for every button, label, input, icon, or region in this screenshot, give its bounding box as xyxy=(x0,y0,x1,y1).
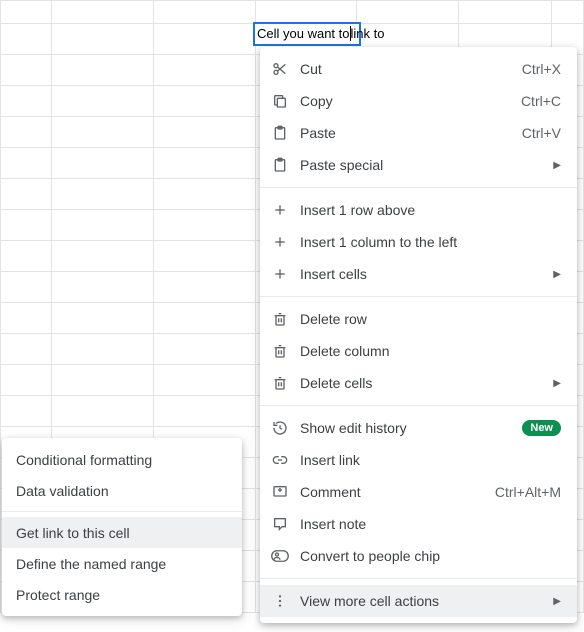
submenu-conditional-formatting[interactable]: Conditional formatting xyxy=(2,444,242,475)
plus-icon xyxy=(260,266,300,282)
trash-icon xyxy=(260,375,300,391)
menu-insert-note-label: Insert note xyxy=(300,516,561,532)
menu-paste-special-label: Paste special xyxy=(300,157,541,173)
menu-comment[interactable]: Comment Ctrl+Alt+M xyxy=(260,476,577,508)
menu-people-chip[interactable]: Convert to people chip xyxy=(260,540,577,572)
link-icon xyxy=(260,452,300,468)
menu-insert-column-label: Insert 1 column to the left xyxy=(300,234,561,250)
clipboard-icon xyxy=(260,157,300,173)
trash-icon xyxy=(260,343,300,359)
menu-comment-shortcut: Ctrl+Alt+M xyxy=(495,484,561,500)
chevron-right-icon: ▶ xyxy=(549,269,561,280)
menu-paste-shortcut: Ctrl+V xyxy=(522,125,561,141)
menu-cut-label: Cut xyxy=(300,61,522,77)
menu-delete-row-label: Delete row xyxy=(300,311,561,327)
plus-icon xyxy=(260,202,300,218)
menu-delete-column[interactable]: Delete column xyxy=(260,335,577,367)
menu-copy-label: Copy xyxy=(300,93,521,109)
menu-insert-row[interactable]: Insert 1 row above xyxy=(260,194,577,226)
menu-insert-cells-label: Insert cells xyxy=(300,266,541,282)
menu-delete-column-label: Delete column xyxy=(300,343,561,359)
active-cell-value: Cell you want tolink to xyxy=(257,26,384,41)
menu-people-chip-label: Convert to people chip xyxy=(300,548,561,564)
menu-comment-label: Comment xyxy=(300,484,495,500)
menu-view-more-actions[interactable]: View more cell actions ▶ xyxy=(260,585,577,617)
submenu-get-link-cell[interactable]: Get link to this cell xyxy=(2,517,242,548)
menu-cut-shortcut: Ctrl+X xyxy=(522,61,561,77)
history-icon xyxy=(260,420,300,436)
submenu-define-named-range[interactable]: Define the named range xyxy=(2,548,242,579)
menu-insert-row-label: Insert 1 row above xyxy=(300,202,561,218)
menu-cut[interactable]: Cut Ctrl+X xyxy=(260,53,577,85)
menu-show-history-label: Show edit history xyxy=(300,420,522,436)
menu-separator xyxy=(260,578,577,579)
menu-show-history[interactable]: Show edit history New xyxy=(260,412,577,444)
chevron-right-icon: ▶ xyxy=(549,596,561,607)
plus-icon xyxy=(260,234,300,250)
menu-insert-note[interactable]: Insert note xyxy=(260,508,577,540)
note-icon xyxy=(260,516,300,532)
menu-view-more-label: View more cell actions xyxy=(300,593,541,609)
menu-delete-cells[interactable]: Delete cells ▶ xyxy=(260,367,577,399)
chevron-right-icon: ▶ xyxy=(549,160,561,171)
submenu-protect-range[interactable]: Protect range xyxy=(2,579,242,610)
submenu-data-validation[interactable]: Data validation xyxy=(2,475,242,506)
menu-insert-column[interactable]: Insert 1 column to the left xyxy=(260,226,577,258)
menu-insert-link-label: Insert link xyxy=(300,452,561,468)
menu-separator xyxy=(260,187,577,188)
menu-insert-link[interactable]: Insert link xyxy=(260,444,577,476)
menu-copy-shortcut: Ctrl+C xyxy=(521,93,561,109)
person-chip-icon xyxy=(260,548,300,564)
menu-separator xyxy=(260,296,577,297)
more-icon xyxy=(260,593,300,609)
comment-icon xyxy=(260,484,300,500)
copy-icon xyxy=(260,93,300,109)
menu-paste-label: Paste xyxy=(300,125,522,141)
menu-paste[interactable]: Paste Ctrl+V xyxy=(260,117,577,149)
trash-icon xyxy=(260,311,300,327)
menu-copy[interactable]: Copy Ctrl+C xyxy=(260,85,577,117)
new-badge: New xyxy=(522,420,561,436)
more-actions-submenu: Conditional formatting Data validation G… xyxy=(2,438,242,616)
menu-delete-row[interactable]: Delete row xyxy=(260,303,577,335)
menu-separator xyxy=(2,511,242,512)
context-menu: Cut Ctrl+X Copy Ctrl+C Paste Ctrl+V xyxy=(260,47,577,623)
menu-separator xyxy=(260,405,577,406)
chevron-right-icon: ▶ xyxy=(549,378,561,389)
menu-delete-cells-label: Delete cells xyxy=(300,375,541,391)
menu-insert-cells[interactable]: Insert cells ▶ xyxy=(260,258,577,290)
clipboard-icon xyxy=(260,125,300,141)
scissors-icon xyxy=(260,61,300,77)
menu-paste-special[interactable]: Paste special ▶ xyxy=(260,149,577,181)
